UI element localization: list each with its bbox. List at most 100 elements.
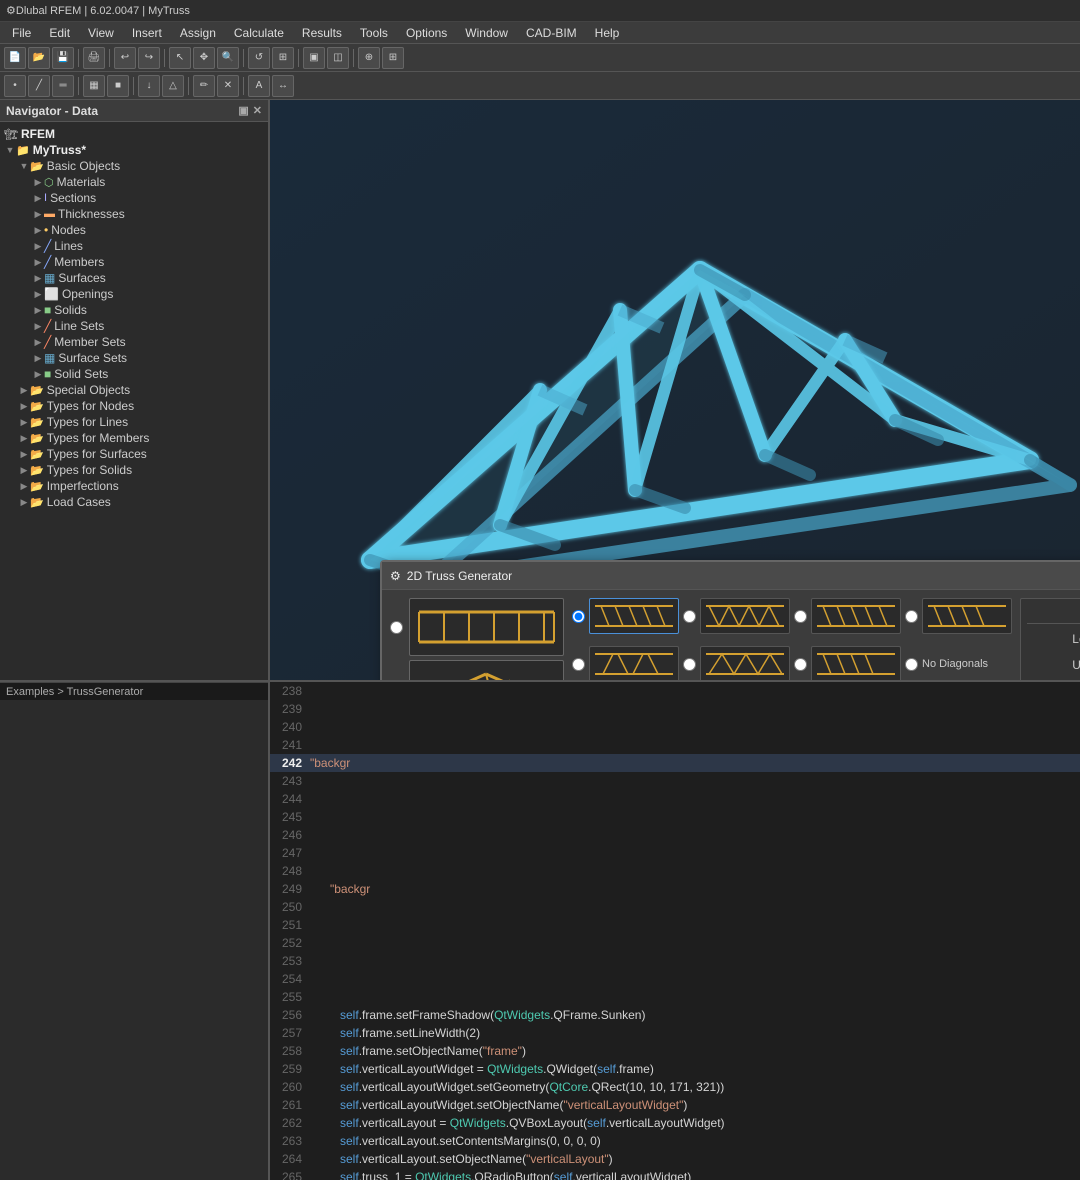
tb-grid[interactable]: ⊞ — [382, 47, 404, 69]
tree-types-solids[interactable]: ▶ 📂 Types for Solids — [0, 462, 268, 478]
dialog-title-text: 2D Truss Generator — [407, 569, 512, 583]
tb2-member[interactable]: ═ — [52, 75, 74, 97]
tb2-support[interactable]: △ — [162, 75, 184, 97]
tree-materials[interactable]: ▶ ⬡ Materials — [0, 174, 268, 190]
pattern-radio-7[interactable] — [794, 658, 807, 671]
tree-nodes[interactable]: ▶ • Nodes — [0, 222, 268, 238]
menu-window[interactable]: Window — [457, 24, 516, 42]
tree-line-sets[interactable]: ▶ ╱ Line Sets — [0, 318, 268, 334]
menu-help[interactable]: Help — [587, 24, 628, 42]
tree-members[interactable]: ▶ ╱ Members — [0, 254, 268, 270]
pattern-item-no-diagonals[interactable]: No Diagonals — [905, 646, 1012, 680]
viewport[interactable]: ⚙ 2D Truss Generator ─ □ ✕ — [270, 100, 1080, 680]
tree-sections[interactable]: ▶ I Sections — [0, 190, 268, 206]
tb2-dim[interactable]: ↔ — [272, 75, 294, 97]
code-line-240: 240 — [270, 718, 1080, 736]
shape-radio-1[interactable] — [390, 621, 403, 634]
pattern-img-6 — [700, 646, 790, 680]
upper-chord-row: Upper Chord — [1027, 654, 1080, 676]
tb-new[interactable]: 📄 — [4, 47, 26, 69]
tree-thicknesses[interactable]: ▶ ▬ Thicknesses — [0, 206, 268, 222]
menu-cadbim[interactable]: CAD-BIM — [518, 24, 585, 42]
upper-chord-label: Upper Chord — [1027, 658, 1080, 672]
code-editor[interactable]: 238 239 240 241 242 "backgr 243 244 245 — [270, 682, 1080, 1180]
tree-mytruss[interactable]: ▼ 📁 MyTruss* — [0, 142, 268, 158]
tree-rfem[interactable]: 🏗 RFEM — [0, 126, 268, 142]
pattern-radio-5[interactable] — [572, 658, 585, 671]
nav-close-btn[interactable]: ✕ — [253, 104, 262, 117]
menu-tools[interactable]: Tools — [352, 24, 396, 42]
pattern-radio-no-diagonals[interactable] — [905, 658, 918, 671]
special-objects-label: Special Objects — [47, 383, 130, 397]
tree-openings[interactable]: ▶ ⬜ Openings — [0, 286, 268, 302]
tree-types-surfaces[interactable]: ▶ 📂 Types for Surfaces — [0, 446, 268, 462]
tb-undo[interactable]: ↩ — [114, 47, 136, 69]
pattern-radio-1[interactable] — [572, 610, 585, 623]
tree-load-cases[interactable]: ▶ 📂 Load Cases — [0, 494, 268, 510]
tb2-surface[interactable]: ▦ — [83, 75, 105, 97]
pattern-radio-2[interactable] — [683, 610, 696, 623]
thicknesses-arrow: ▶ — [32, 209, 44, 220]
pattern-item-7[interactable] — [794, 646, 901, 680]
tb2-label[interactable]: A — [248, 75, 270, 97]
menu-results[interactable]: Results — [294, 24, 350, 42]
dialog-title-bar[interactable]: ⚙ 2D Truss Generator ─ □ ✕ — [382, 562, 1080, 590]
tree-member-sets[interactable]: ▶ ╱ Member Sets — [0, 334, 268, 350]
tb2-node[interactable]: • — [4, 75, 26, 97]
menu-file[interactable]: File — [4, 24, 39, 42]
pattern-item-6[interactable] — [683, 646, 790, 680]
menu-edit[interactable]: Edit — [41, 24, 78, 42]
menu-assign[interactable]: Assign — [172, 24, 224, 42]
tree-special-objects[interactable]: ▶ 📂 Special Objects — [0, 382, 268, 398]
tb2-delete[interactable]: ✕ — [217, 75, 239, 97]
menu-options[interactable]: Options — [398, 24, 455, 42]
menu-view[interactable]: View — [80, 24, 122, 42]
tb-save[interactable]: 💾 — [52, 47, 74, 69]
tb2-solid[interactable]: ■ — [107, 75, 129, 97]
nav-expand-btn[interactable]: ▣ — [238, 104, 248, 117]
tb-rotate[interactable]: ↺ — [248, 47, 270, 69]
tb-view3d[interactable]: ▣ — [303, 47, 325, 69]
tree-solid-sets[interactable]: ▶ ■ Solid Sets — [0, 366, 268, 382]
tree-types-nodes[interactable]: ▶ 📂 Types for Nodes — [0, 398, 268, 414]
shape-img-1[interactable] — [409, 598, 564, 656]
tb2-load[interactable]: ↓ — [138, 75, 160, 97]
tree-surfaces[interactable]: ▶ ▦ Surfaces — [0, 270, 268, 286]
tree-surface-sets[interactable]: ▶ ▦ Surface Sets — [0, 350, 268, 366]
tb-move[interactable]: ✥ — [193, 47, 215, 69]
tree-lines[interactable]: ▶ ╱ Lines — [0, 238, 268, 254]
toolbar-2: • ╱ ═ ▦ ■ ↓ △ ✏ ✕ A ↔ — [0, 72, 1080, 100]
tree-imperfections[interactable]: ▶ 📂 Imperfections — [0, 478, 268, 494]
tree-solids[interactable]: ▶ ■ Solids — [0, 302, 268, 318]
pattern-radio-4[interactable] — [905, 610, 918, 623]
pattern-img-2 — [700, 598, 790, 634]
pattern-item-2[interactable] — [683, 598, 790, 634]
tb-wireframe[interactable]: ◫ — [327, 47, 349, 69]
openings-label: Openings — [62, 287, 113, 301]
pattern-item-1[interactable] — [572, 598, 679, 634]
tree-basic-objects[interactable]: ▼ 📂 Basic Objects — [0, 158, 268, 174]
tb2-line[interactable]: ╱ — [28, 75, 50, 97]
pattern-item-4[interactable] — [905, 598, 1012, 634]
surface-sets-label: Surface Sets — [58, 351, 127, 365]
pattern-img-5 — [589, 646, 679, 680]
menu-calculate[interactable]: Calculate — [226, 24, 292, 42]
pattern-radio-3[interactable] — [794, 610, 807, 623]
tb-print[interactable]: 🖨 — [83, 47, 105, 69]
tb2-edit[interactable]: ✏ — [193, 75, 215, 97]
shape-img-2[interactable] — [409, 660, 564, 680]
pattern-item-3[interactable] — [794, 598, 901, 634]
tb-open[interactable]: 📂 — [28, 47, 50, 69]
tb-snap[interactable]: ⊕ — [358, 47, 380, 69]
tb-redo[interactable]: ↪ — [138, 47, 160, 69]
tb-select[interactable]: ↖ — [169, 47, 191, 69]
tree-types-lines[interactable]: ▶ 📂 Types for Lines — [0, 414, 268, 430]
pattern-item-5[interactable] — [572, 646, 679, 680]
tree-types-members[interactable]: ▶ 📂 Types for Members — [0, 430, 268, 446]
truss-generator-dialog: ⚙ 2D Truss Generator ─ □ ✕ — [380, 560, 1080, 680]
pattern-radio-6[interactable] — [683, 658, 696, 671]
tb-fit[interactable]: ⊞ — [272, 47, 294, 69]
code-line-243: 243 — [270, 772, 1080, 790]
menu-insert[interactable]: Insert — [124, 24, 170, 42]
tb-zoom[interactable]: 🔍 — [217, 47, 239, 69]
